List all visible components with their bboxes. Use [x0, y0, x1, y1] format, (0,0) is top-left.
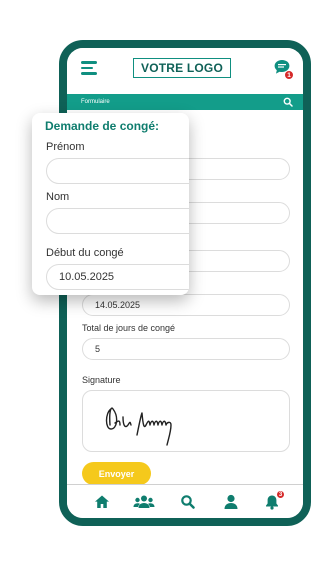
leave-request-card: Demande de congé: Prénom Nom Début du co…	[32, 113, 189, 295]
home-icon[interactable]	[93, 493, 111, 511]
first-name-field[interactable]	[46, 158, 189, 184]
signature-label: Signature	[82, 375, 121, 385]
total-days-label: Total de jours de congé	[82, 323, 176, 333]
notification-badge: 3	[276, 490, 285, 499]
submit-button[interactable]: Envoyer	[82, 462, 151, 485]
start-date-field[interactable]: 10.05.2025	[46, 264, 189, 290]
chat-badge: 1	[284, 70, 294, 80]
total-days-field[interactable]: 5	[82, 338, 290, 360]
search-icon[interactable]	[179, 493, 197, 511]
search-icon[interactable]	[283, 97, 293, 107]
start-date-label: Début du congé	[46, 247, 124, 259]
last-name-label: Nom	[46, 191, 70, 203]
hamburger-menu-icon[interactable]	[81, 61, 97, 75]
last-name-field[interactable]	[46, 208, 189, 234]
bell-icon[interactable]: 3	[263, 490, 285, 511]
app-screen: VOTRE LOGO 1 Formulaire 14.05.2025 Total…	[0, 0, 327, 567]
signature-pad[interactable]	[82, 390, 290, 452]
form-title-bar: Formulaire	[67, 94, 303, 110]
first-name-label: Prénom	[46, 141, 85, 153]
chat-icon[interactable]: 1	[273, 58, 294, 80]
users-icon[interactable]	[133, 493, 155, 511]
bottom-nav: 3	[67, 484, 303, 518]
top-bar: VOTRE LOGO 1	[67, 48, 303, 92]
card-title: Demande de congé:	[45, 119, 160, 133]
user-icon[interactable]	[222, 493, 240, 511]
form-title: Formulaire	[81, 99, 110, 105]
logo: VOTRE LOGO	[133, 58, 231, 78]
signature-drawing	[105, 407, 172, 446]
end-date-field[interactable]: 14.05.2025	[82, 294, 290, 316]
